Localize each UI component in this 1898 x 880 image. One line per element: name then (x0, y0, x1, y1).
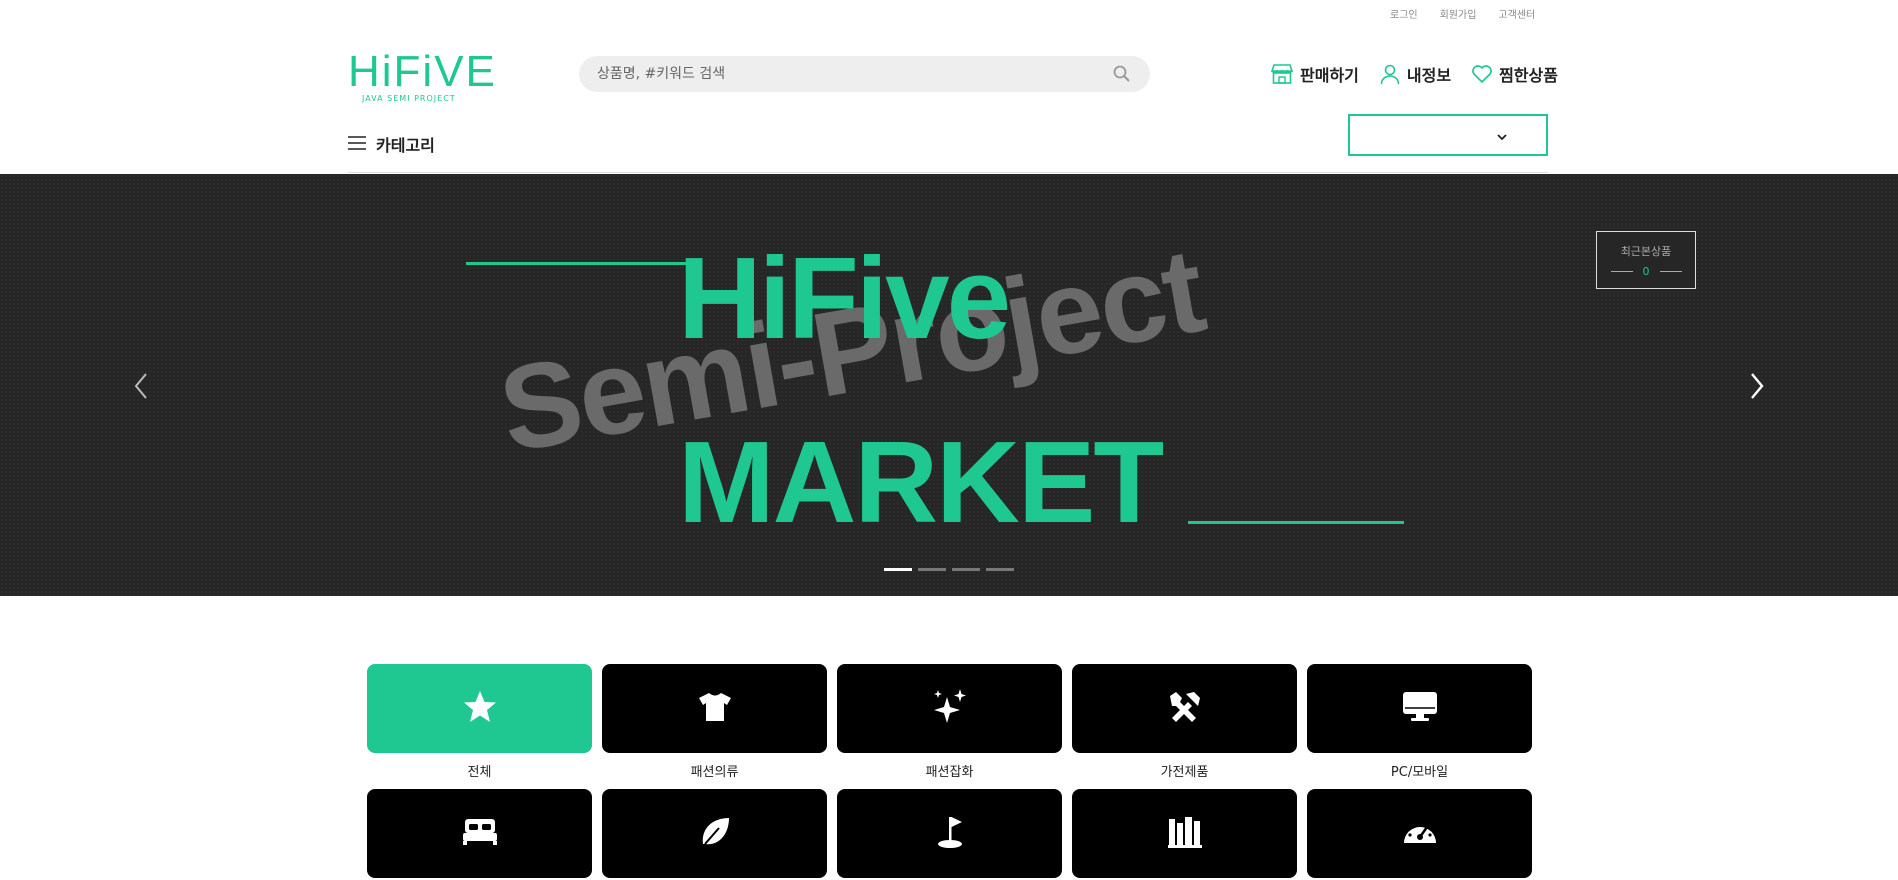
customer-center-link[interactable]: 고객센터 (1498, 6, 1535, 21)
books-icon (1166, 815, 1204, 853)
star-icon (462, 689, 498, 729)
category-tile[interactable] (837, 789, 1062, 878)
store-icon (1270, 63, 1294, 85)
recently-viewed-count: 0 (1642, 264, 1650, 278)
recently-viewed-title: 최근본상품 (1620, 244, 1672, 258)
search-icon[interactable] (1112, 64, 1132, 84)
category-tile[interactable] (367, 664, 592, 753)
tools-icon (1166, 688, 1204, 730)
banner-title-top: HiFive (678, 233, 1011, 363)
category-furniture[interactable] (367, 781, 592, 880)
recently-viewed-box[interactable]: 최근본상품 0 (1596, 231, 1696, 289)
wishlist-label: 찜한상품 (1499, 66, 1558, 85)
category-button[interactable]: 카테고리 (348, 132, 435, 156)
search-input[interactable] (597, 66, 1112, 82)
category-grid: 전체 패션의류 패션잡화 가전제품 PC/모바일 (367, 664, 1532, 880)
category-tile[interactable] (1307, 789, 1532, 878)
chevron-down-icon (1496, 126, 1508, 145)
desktop-icon (1401, 690, 1439, 728)
category-sports[interactable] (837, 781, 1062, 880)
golf-icon (932, 814, 968, 854)
wishlist-button[interactable]: 찜한상품 (1471, 62, 1558, 86)
login-link[interactable]: 로그인 (1390, 6, 1418, 21)
category-appliances[interactable]: 가전제품 (1072, 664, 1297, 781)
category-label: PC/모바일 (1390, 765, 1449, 780)
category-fashion-accessories[interactable]: 패션잡화 (837, 664, 1062, 781)
my-info-button[interactable]: 내정보 (1379, 62, 1451, 86)
category-tile[interactable] (602, 789, 827, 878)
prev-slide-button[interactable] (130, 370, 154, 402)
header-dropdown[interactable] (1348, 114, 1548, 156)
sell-label: 판매하기 (1300, 66, 1359, 85)
search-bar (579, 56, 1150, 92)
category-auto[interactable] (1307, 781, 1532, 880)
top-links: 로그인 회원가입 고객센터 (1390, 6, 1535, 21)
category-tile[interactable] (1072, 789, 1297, 878)
banner-accent-line-top (466, 262, 702, 265)
divider (1610, 270, 1633, 272)
category-tile[interactable] (367, 789, 592, 878)
banner-accent-line-bottom (1188, 521, 1404, 524)
leaf-icon (697, 814, 733, 854)
category-label: 카테고리 (376, 136, 435, 155)
slide-dot[interactable] (986, 568, 1014, 571)
category-tile[interactable] (1072, 664, 1297, 753)
signup-link[interactable]: 회원가입 (1440, 6, 1477, 21)
header-divider (348, 172, 1548, 173)
bed-icon (461, 817, 499, 851)
sell-button[interactable]: 판매하기 (1270, 62, 1359, 86)
chevron-left-icon (130, 373, 154, 406)
category-all[interactable]: 전체 (367, 664, 592, 781)
header-actions: 판매하기 내정보 찜한상품 (1270, 62, 1558, 86)
heart-icon (1471, 64, 1493, 84)
chevron-right-icon (1744, 373, 1768, 406)
category-label: 패션잡화 (925, 765, 974, 780)
slide-dot[interactable] (918, 568, 946, 571)
sparkles-icon (930, 687, 970, 731)
category-books[interactable] (1072, 781, 1297, 880)
category-label: 전체 (467, 765, 492, 780)
category-nature[interactable] (602, 781, 827, 880)
divider (1659, 270, 1682, 272)
category-label: 패션의류 (690, 765, 739, 780)
logo-mark: HiFiVE (348, 47, 497, 96)
slide-dot[interactable] (884, 568, 912, 571)
category-tile[interactable] (1307, 664, 1532, 753)
category-fashion-clothing[interactable]: 패션의류 (602, 664, 827, 781)
recently-viewed-count-row: 0 (1610, 264, 1682, 278)
user-icon (1379, 63, 1401, 85)
category-label: 가전제품 (1160, 765, 1209, 780)
slide-dot[interactable] (952, 568, 980, 571)
category-tile[interactable] (602, 664, 827, 753)
hamburger-icon (348, 135, 366, 154)
logo[interactable]: HiFiVE JAVA SEMI PROJECT (348, 47, 497, 106)
banner-title-bottom: MARKET (678, 417, 1164, 547)
category-pc-mobile[interactable]: PC/모바일 (1307, 664, 1532, 781)
gauge-icon (1401, 815, 1439, 853)
my-info-label: 내정보 (1406, 66, 1452, 85)
slide-indicators (884, 568, 1014, 571)
next-slide-button[interactable] (1744, 370, 1768, 402)
category-tile[interactable] (837, 664, 1062, 753)
tshirt-icon (697, 691, 733, 727)
